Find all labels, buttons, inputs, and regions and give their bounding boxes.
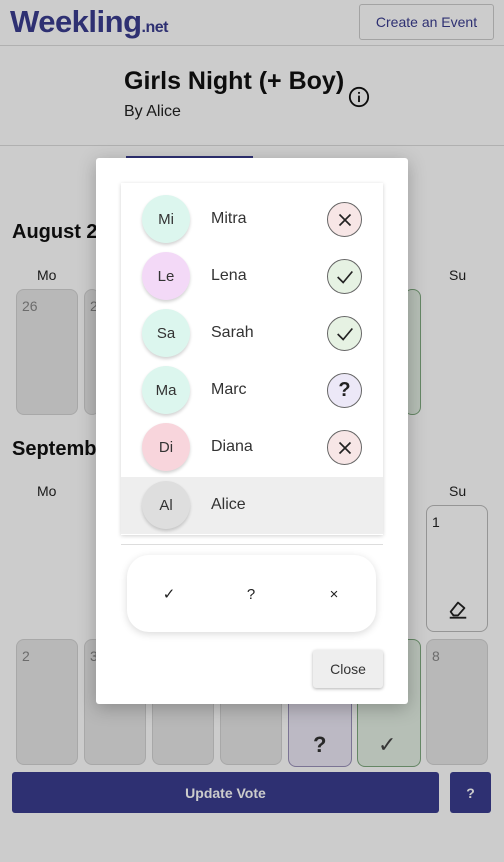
participant-name: Lena bbox=[211, 267, 247, 284]
avatar: Al bbox=[142, 481, 190, 529]
vote-maybe-mark: ? bbox=[338, 379, 351, 401]
participant-name: Marc bbox=[211, 381, 247, 398]
avatar: Le bbox=[142, 252, 190, 300]
participant-name: Mitra bbox=[211, 210, 247, 227]
vote-no-icon bbox=[327, 202, 362, 237]
vote-maybe-icon: ? bbox=[327, 373, 362, 408]
vote-maybe-button[interactable]: ? bbox=[238, 581, 264, 607]
participant-name: Alice bbox=[211, 496, 246, 513]
vote-yes-icon bbox=[327, 316, 362, 351]
participant-name: Diana bbox=[211, 438, 253, 455]
participant-row[interactable]: Le Lena bbox=[121, 248, 383, 305]
avatar: Mi bbox=[142, 195, 190, 243]
participant-row[interactable]: Di Diana bbox=[121, 419, 383, 476]
avatar: Sa bbox=[142, 309, 190, 357]
vote-yes-button[interactable]: ✓ bbox=[156, 581, 182, 607]
dialog-divider bbox=[121, 544, 383, 545]
participant-row[interactable]: Ma Marc ? bbox=[121, 362, 383, 419]
participant-list: Mi Mitra Le Lena Sa Sarah Ma Marc ? Di D… bbox=[121, 183, 383, 535]
participant-row[interactable]: Mi Mitra bbox=[121, 191, 383, 248]
vote-no-icon bbox=[327, 430, 362, 465]
participant-row-current-user[interactable]: Al Alice bbox=[121, 477, 383, 534]
vote-no-button[interactable]: × bbox=[321, 581, 347, 607]
avatar: Ma bbox=[142, 366, 190, 414]
vote-yes-icon bbox=[327, 259, 362, 294]
participant-row[interactable]: Sa Sarah bbox=[121, 305, 383, 362]
vote-selector: ✓ ? × bbox=[127, 555, 376, 632]
participant-name: Sarah bbox=[211, 324, 254, 341]
close-button[interactable]: Close bbox=[313, 650, 383, 688]
avatar: Di bbox=[142, 423, 190, 471]
participants-dialog: Mi Mitra Le Lena Sa Sarah Ma Marc ? Di D… bbox=[96, 158, 408, 704]
